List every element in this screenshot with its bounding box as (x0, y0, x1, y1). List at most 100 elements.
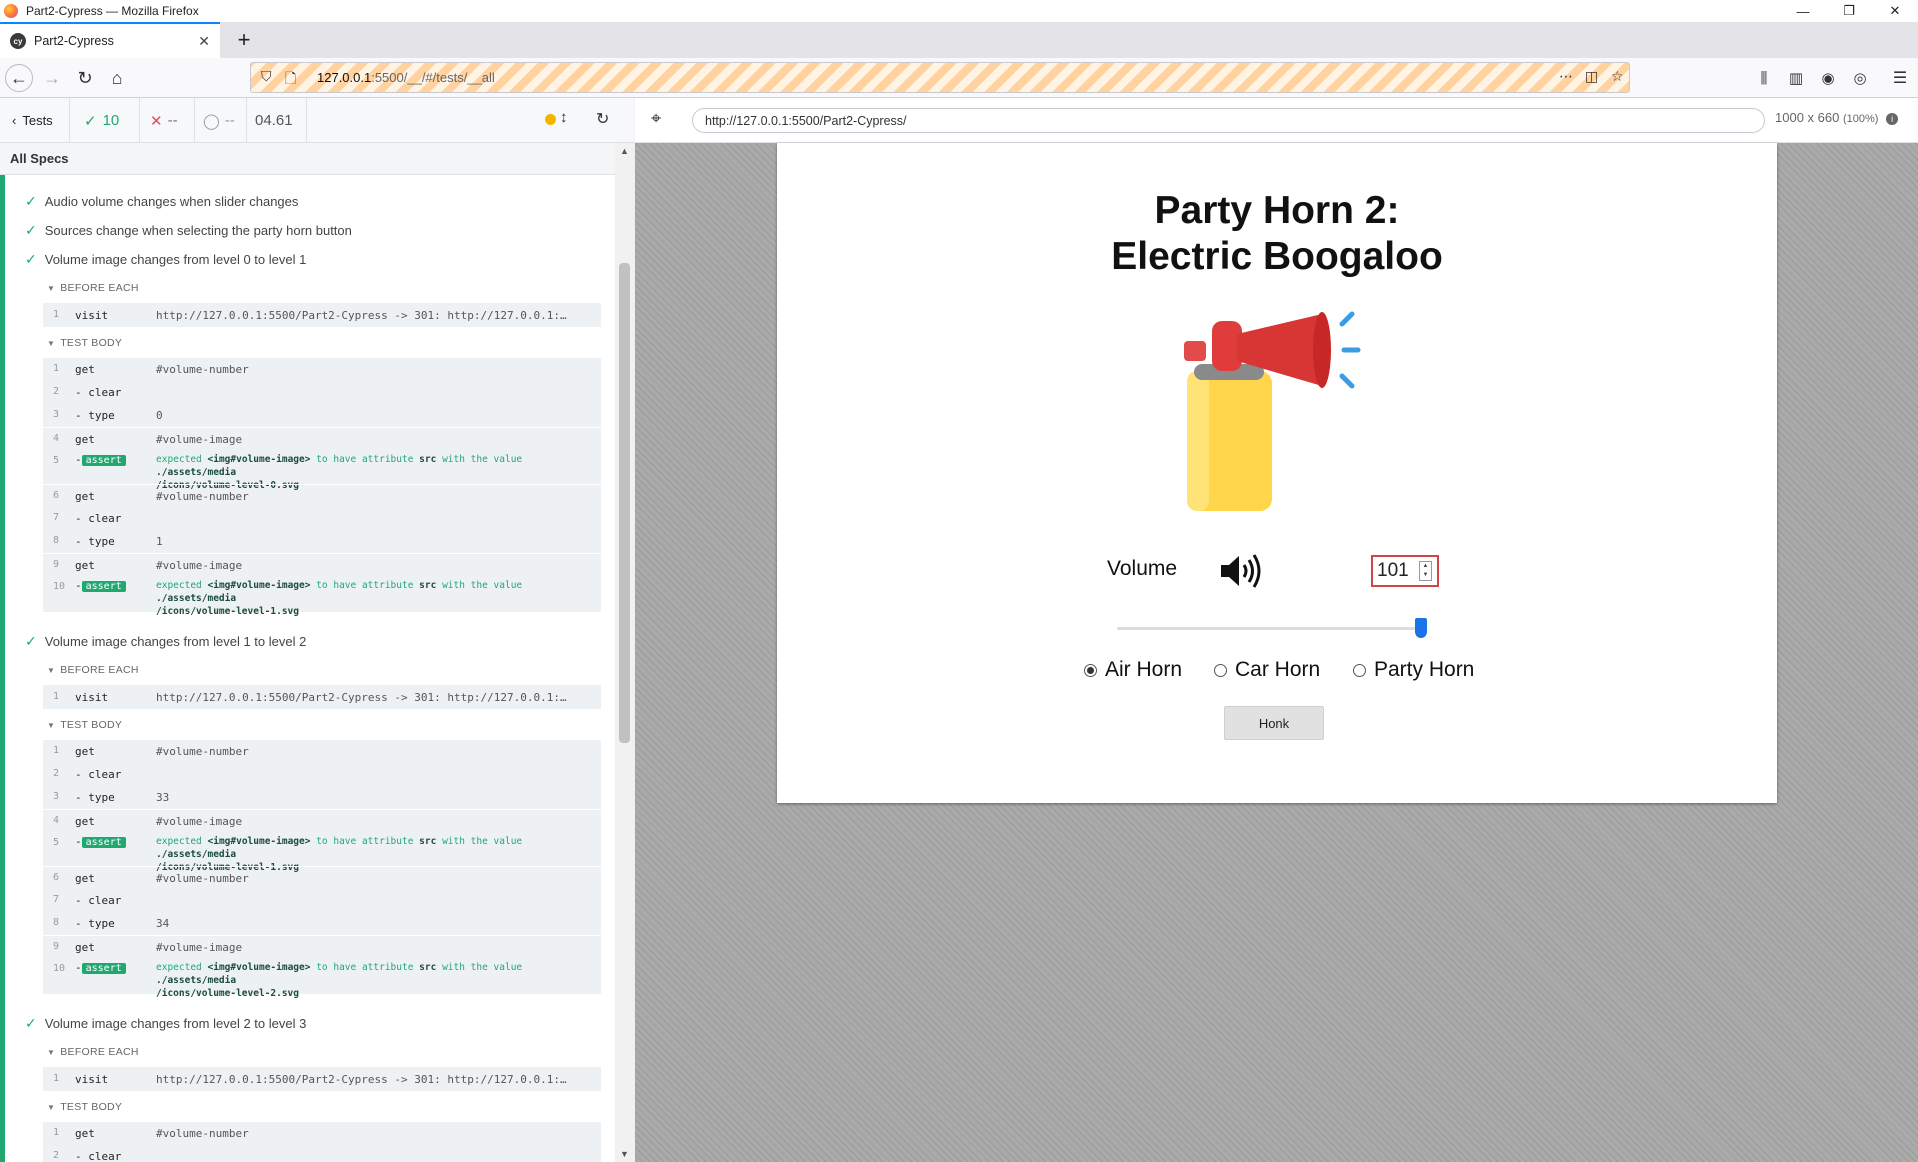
aut-background: Party Horn 2: Electric Boogaloo Volume 1… (635, 143, 1918, 1162)
scroll-toggle-icon[interactable]: ↕ (560, 109, 568, 126)
navigation-bar: ← → ↻ ⌂ ⛉ 🗋 127.0.0.1:5500/__/#/tests/__… (0, 58, 1918, 98)
caret-down-icon: ▼ (47, 338, 56, 348)
test-title[interactable]: ✓ Volume image changes from level 0 to le… (25, 251, 306, 268)
window-titlebar: Part2-Cypress — Mozilla Firefox — ❐ ✕ (0, 0, 1918, 22)
command-group: 1 get #volume-number 2- clear 3- type 33 4g… (43, 740, 601, 999)
back-icon[interactable]: ← (5, 64, 33, 92)
command-row[interactable]: 9 get #volume-image (43, 935, 601, 958)
reporter-scrollbar[interactable]: ▲ ▼ (615, 143, 634, 1162)
command-row[interactable]: 9 get #volume-image (43, 553, 601, 576)
radio-party-horn[interactable]: Party Horn (1353, 658, 1474, 682)
check-icon: ✓ (25, 1015, 37, 1031)
address-bar[interactable]: ⛉ 🗋 127.0.0.1:5500/__/#/tests/__all ⋯ ◫ … (250, 62, 1630, 93)
check-icon: ✓ (25, 251, 37, 267)
command-row[interactable]: 1 visit http://127.0.0.1:5500/Part2-Cypr… (43, 303, 601, 327)
browser-tab[interactable]: cy Part2-Cypress ✕ (0, 22, 220, 58)
command-row[interactable]: 8- type 34 (43, 912, 601, 935)
passed-count: ✓ 10 (70, 98, 140, 143)
radio-air-horn[interactable]: Air Horn (1084, 658, 1182, 682)
command-row[interactable]: 1 get #volume-number (43, 1122, 601, 1145)
test-title[interactable]: ✓ Volume image changes from level 2 to le… (25, 1015, 306, 1032)
page-info-icon[interactable]: 🗋 (285, 68, 296, 92)
close-window-icon[interactable]: ✕ (1872, 0, 1918, 22)
rerun-icon[interactable]: ↻ (596, 109, 609, 129)
test-title[interactable]: ✓ Sources change when selecting the party… (25, 222, 352, 239)
assert-row[interactable]: 5 - assert expected <img#volume-image> to… (43, 450, 601, 491)
test-title[interactable]: ✓ Audio volume changes when slider change… (25, 193, 298, 210)
menu-icon[interactable]: ☰ (1886, 64, 1914, 92)
check-icon: ✓ (84, 112, 97, 130)
aut-url-display[interactable]: http://127.0.0.1:5500/Part2-Cypress/ (692, 108, 1765, 133)
command-row[interactable]: 4 get #volume-image (43, 427, 601, 450)
command-row[interactable]: 1 visit http://127.0.0.1:5500/Part2-Cypr… (43, 685, 601, 709)
test-body-title[interactable]: ▼ TEST BODY (47, 719, 122, 731)
command-row[interactable]: 7- clear (43, 889, 601, 912)
library-icon[interactable]: ⫼ (1750, 64, 1778, 92)
command-row[interactable]: 1 visit http://127.0.0.1:5500/Part2-Cypr… (43, 1067, 601, 1091)
command-row[interactable]: 2- clear (43, 1145, 601, 1162)
before-each-hook-title[interactable]: ▼ BEFORE EACH (47, 664, 139, 676)
extension-icon[interactable]: ◎ (1846, 64, 1874, 92)
tests-back-button[interactable]: ‹ Tests (0, 98, 70, 143)
reload-icon[interactable]: ↻ (71, 64, 99, 92)
assert-badge: assert (81, 963, 126, 974)
info-icon[interactable]: i (1886, 113, 1899, 125)
viewport-size: 1000 x 660 (100%) i (1775, 110, 1899, 125)
command-row[interactable]: 1 get #volume-number (43, 740, 601, 763)
command-row[interactable]: 7- clear (43, 507, 601, 530)
command-group: 1 get #volume-number 2- clear 3- type 0 4 ge… (43, 358, 601, 617)
bookmark-star-icon[interactable]: ☆ (1611, 68, 1624, 85)
account-icon[interactable]: ◉ (1814, 64, 1842, 92)
close-tab-icon[interactable]: ✕ (198, 33, 210, 50)
selector-playground-icon[interactable]: ⌖ (651, 108, 661, 129)
radio-car-horn[interactable]: Car Horn (1214, 658, 1320, 682)
command-row[interactable]: 4 get #volume-image (43, 809, 601, 832)
volume-number-input[interactable]: 101 ▲ ▼ (1371, 555, 1439, 587)
page-actions-icon[interactable]: ⋯ (1559, 68, 1573, 85)
caret-down-icon: ▼ (47, 1047, 56, 1057)
radio-button[interactable] (1214, 663, 1227, 677)
number-spinner[interactable]: ▲ ▼ (1419, 561, 1432, 581)
command-row[interactable]: 3- type 33 (43, 786, 601, 809)
before-each-hook-title[interactable]: ▼ BEFORE EACH (47, 282, 139, 294)
shield-icon[interactable]: ⛉ (261, 68, 272, 85)
command-row[interactable]: 1 get #volume-number (43, 358, 601, 381)
caret-down-icon: ▼ (47, 283, 56, 293)
command-row[interactable]: 8- type 1 (43, 530, 601, 553)
new-tab-icon[interactable]: + (230, 26, 258, 54)
assert-badge: assert (81, 581, 126, 592)
slider-thumb[interactable] (1415, 618, 1427, 638)
scroll-down-icon[interactable]: ▼ (620, 1149, 629, 1159)
home-icon[interactable]: ⌂ (103, 64, 131, 92)
volume-slider[interactable] (1117, 618, 1427, 638)
scroll-up-icon[interactable]: ▲ (620, 146, 629, 156)
restore-icon[interactable]: ❐ (1826, 0, 1872, 22)
pocket-icon[interactable]: ◫ (1585, 68, 1598, 85)
command-row[interactable]: 2- clear (43, 381, 601, 404)
test-title[interactable]: ✓ Volume image changes from level 1 to le… (25, 633, 306, 650)
radio-button[interactable] (1084, 663, 1097, 677)
test-body-title[interactable]: ▼ TEST BODY (47, 337, 122, 349)
radio-button[interactable] (1353, 663, 1366, 677)
auto-scroll-status-icon[interactable] (545, 114, 556, 125)
url-host: 127.0.0.1 (317, 70, 372, 85)
cypress-favicon-icon: cy (10, 33, 26, 49)
forward-icon[interactable]: → (38, 64, 66, 92)
sidebar-icon[interactable]: ▥ (1782, 64, 1810, 92)
assert-row[interactable]: 5 - assert expected <img#volume-image> to… (43, 832, 601, 873)
before-each-hook-title[interactable]: ▼ BEFORE EACH (47, 1046, 139, 1058)
test-body-title[interactable]: ▼ TEST BODY (47, 1101, 122, 1113)
command-row[interactable]: 6 get #volume-number (43, 866, 601, 889)
scrollbar-thumb[interactable] (619, 263, 630, 743)
url-path: :5500/__/#/tests/__all (371, 70, 495, 85)
assert-row[interactable]: 10 - assert expected <img#volume-image> t… (43, 576, 601, 617)
command-row[interactable]: 2- clear (43, 763, 601, 786)
command-row[interactable]: 6 get #volume-number (43, 484, 601, 507)
air-horn-image (1184, 311, 1361, 511)
minimize-icon[interactable]: — (1780, 0, 1826, 22)
volume-level-3-icon (1221, 554, 1261, 588)
assert-row[interactable]: 10 - assert expected <img#volume-image> t… (43, 958, 601, 999)
assert-badge: assert (81, 837, 126, 848)
honk-button[interactable]: Honk (1224, 706, 1324, 740)
command-row[interactable]: 3- type 0 (43, 404, 601, 427)
